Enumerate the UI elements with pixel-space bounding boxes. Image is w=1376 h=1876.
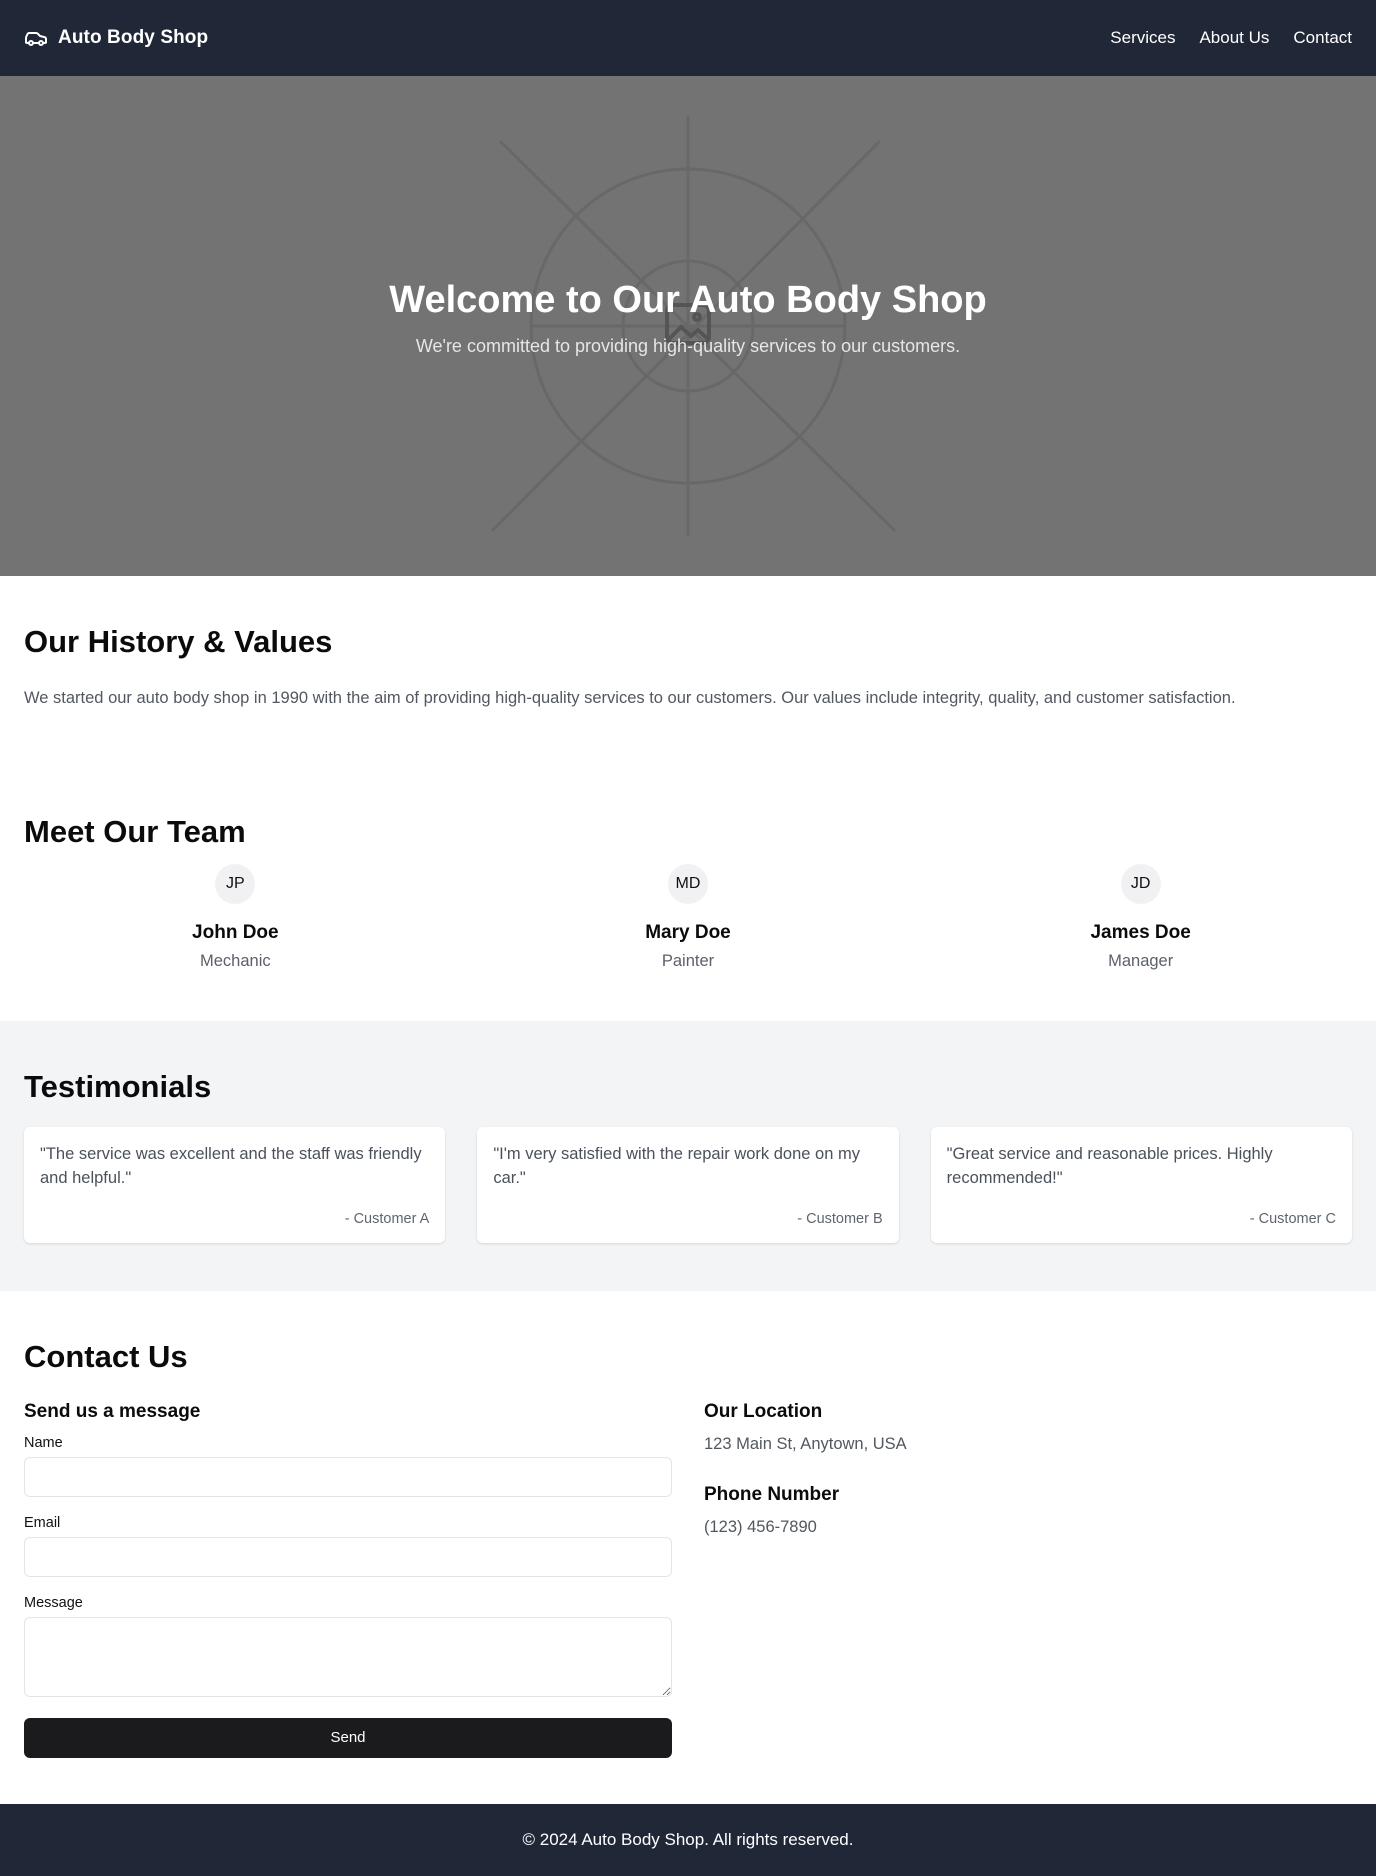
team-member: MD Mary Doe Painter — [477, 863, 900, 971]
member-role: Manager — [1108, 951, 1174, 970]
avatar: JD — [1120, 863, 1161, 904]
location-text: 123 Main St, Anytown, USA — [704, 1434, 907, 1453]
team-title: Meet Our Team — [24, 813, 246, 849]
member-role: Painter — [661, 951, 715, 970]
email-label: Email — [24, 1514, 61, 1531]
testimonial-quote: "I'm very satisfied with the repair work… — [493, 1144, 860, 1187]
testimonial-quote: "The service was excellent and the staff… — [40, 1144, 422, 1187]
footer-text: © 2024 Auto Body Shop. All rights reserv… — [522, 1830, 854, 1849]
form-title: Send us a message — [24, 1400, 201, 1422]
location-title: Our Location — [704, 1400, 823, 1422]
testimonial-card: "I'm very satisfied with the repair work… — [477, 1126, 899, 1243]
contact-info: Our Location 123 Main St, Anytown, USA P… — [704, 1401, 1352, 1758]
phone-title: Phone Number — [704, 1483, 840, 1505]
phone-text: (123) 456-7890 — [704, 1517, 817, 1536]
history-section: Our History & Values We started our auto… — [0, 576, 1376, 759]
nav-contact[interactable]: Contact — [1293, 28, 1352, 48]
testimonial-card: "The service was excellent and the staff… — [24, 1126, 446, 1243]
team-member: JD James Doe Manager — [929, 863, 1352, 971]
site-header: Auto Body Shop Services About Us Contact — [0, 0, 1376, 76]
contact-grid: Send us a message Name Email Message Sen… — [24, 1401, 1352, 1758]
name-field[interactable] — [24, 1456, 672, 1497]
member-name: John Doe — [192, 921, 279, 943]
avatar: JP — [215, 863, 256, 904]
nav-about-us[interactable]: About Us — [1199, 28, 1269, 48]
car-icon — [24, 26, 48, 50]
brand-name: Auto Body Shop — [58, 27, 209, 48]
brand[interactable]: Auto Body Shop — [24, 26, 208, 50]
hero-content: Welcome to Our Auto Body Shop We're comm… — [0, 279, 1376, 357]
member-name: James Doe — [1090, 921, 1191, 943]
testimonials-title: Testimonials — [24, 1068, 212, 1104]
testimonials-grid: "The service was excellent and the staff… — [24, 1126, 1352, 1243]
nav-services[interactable]: Services — [1110, 28, 1175, 48]
site-footer: © 2024 Auto Body Shop. All rights reserv… — [0, 1804, 1376, 1876]
testimonial-author: - Customer B — [797, 1210, 883, 1227]
hero-section: Welcome to Our Auto Body Shop We're comm… — [0, 76, 1376, 576]
testimonial-card: "Great service and reasonable prices. Hi… — [930, 1126, 1352, 1243]
email-field[interactable] — [24, 1536, 672, 1577]
hero-title: Welcome to Our Auto Body Shop — [389, 279, 987, 321]
contact-form: Send us a message Name Email Message Sen… — [24, 1401, 672, 1758]
avatar: MD — [667, 863, 708, 904]
testimonial-author: - Customer C — [1249, 1210, 1336, 1227]
history-title: Our History & Values — [24, 624, 333, 659]
team-section: Meet Our Team JP John Doe Mechanic MD Ma… — [0, 759, 1376, 1021]
testimonials-section: Testimonials "The service was excellent … — [0, 1020, 1376, 1291]
testimonial-quote: "Great service and reasonable prices. Hi… — [946, 1144, 1273, 1187]
contact-section: Contact Us Send us a message Name Email … — [0, 1291, 1376, 1806]
testimonial-author: - Customer A — [344, 1210, 430, 1227]
history-text: We started our auto body shop in 1990 wi… — [24, 689, 1236, 707]
name-label: Name — [24, 1434, 63, 1451]
message-field[interactable] — [24, 1616, 672, 1697]
member-name: Mary Doe — [645, 921, 731, 943]
contact-title: Contact Us — [24, 1338, 188, 1374]
team-grid: JP John Doe Mechanic MD Mary Doe Painter… — [24, 863, 1352, 971]
main-nav: Services About Us Contact — [1110, 28, 1352, 48]
member-role: Mechanic — [200, 951, 271, 970]
team-member: JP John Doe Mechanic — [24, 863, 447, 971]
send-button[interactable]: Send — [24, 1717, 672, 1758]
message-label: Message — [24, 1594, 83, 1611]
hero-subtitle: We're committed to providing high-qualit… — [415, 336, 961, 356]
